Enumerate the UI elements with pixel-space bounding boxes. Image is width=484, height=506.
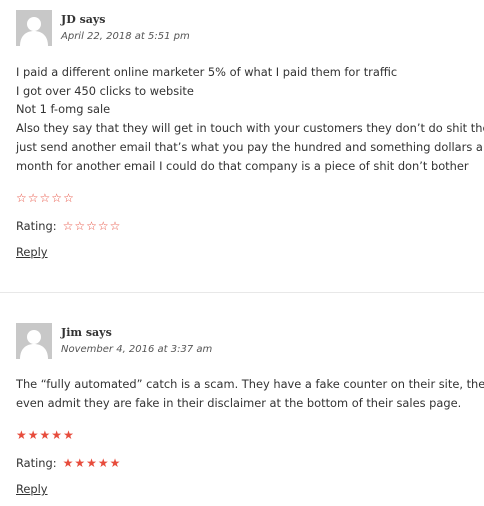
user-silhouette-icon [16, 323, 52, 359]
star-empty-icon: ☆ [109, 219, 122, 233]
star-empty-icon: ☆ [39, 191, 52, 205]
avatar [16, 323, 52, 359]
star-filled-icon: ★ [63, 428, 75, 442]
comment-line: I paid a different online marketer 5% of… [16, 65, 398, 79]
star-filled-icon: ★ [62, 456, 75, 470]
comment-date[interactable]: April 22, 2018 at 5:51 pm [61, 31, 190, 42]
comment-author: Jim says [61, 326, 112, 339]
star-rating: ★★★★★ [16, 428, 75, 442]
user-silhouette-icon [16, 10, 52, 46]
comment-line: month for another email I could do that … [16, 158, 469, 173]
star-filled-icon: ★ [51, 428, 64, 442]
comment-line: The “fully automated” catch is a scam. T… [16, 377, 484, 391]
reply-link[interactable]: Reply [16, 245, 48, 259]
avatar [16, 10, 52, 46]
star-empty-icon: ☆ [51, 191, 64, 205]
comment-body: The “fully automated” catch is a scam. T… [16, 375, 484, 412]
star-empty-icon: ☆ [97, 219, 110, 233]
rating-stars: ☆☆☆☆☆ [63, 219, 122, 233]
star-empty-icon: ☆ [63, 191, 75, 205]
star-filled-icon: ★ [86, 456, 98, 470]
comment-line: I got over 450 clicks to website [16, 83, 194, 98]
rating-stars: ★★★★★ [63, 456, 122, 470]
rating-row: Rating: ☆☆☆☆☆ [16, 219, 121, 233]
star-rating: ☆☆☆☆☆ [16, 191, 75, 205]
star-filled-icon: ★ [39, 428, 52, 442]
star-filled-icon: ★ [97, 456, 110, 470]
comment-1: JD says April 22, 2018 at 5:51 pm I paid… [0, 0, 484, 292]
star-filled-icon: ★ [74, 456, 87, 470]
star-empty-icon: ☆ [16, 191, 28, 205]
comment-line: Also they say that they will get in touc… [16, 121, 484, 136]
rating-row: Rating: ★★★★★ [16, 456, 121, 470]
star-filled-icon: ★ [27, 428, 40, 442]
star-filled-icon: ★ [16, 428, 28, 442]
rating-label: Rating: [16, 219, 57, 233]
comment-body: I paid a different online marketer 5% of… [16, 63, 484, 175]
rating-label: Rating: [16, 456, 57, 470]
star-filled-icon: ★ [109, 456, 122, 470]
comment-line: Not 1 f-omg sale [16, 102, 111, 117]
comment-date[interactable]: November 4, 2016 at 3:37 am [61, 344, 212, 355]
comment-line: just send another email that’s what you … [16, 139, 483, 154]
reply-link[interactable]: Reply [16, 482, 48, 496]
comment-author: JD says [61, 13, 106, 26]
star-empty-icon: ☆ [86, 219, 98, 233]
comment-line: even admit they are fake in their discla… [16, 395, 462, 410]
star-empty-icon: ☆ [62, 219, 75, 233]
star-empty-icon: ☆ [27, 191, 40, 205]
star-empty-icon: ☆ [74, 219, 87, 233]
